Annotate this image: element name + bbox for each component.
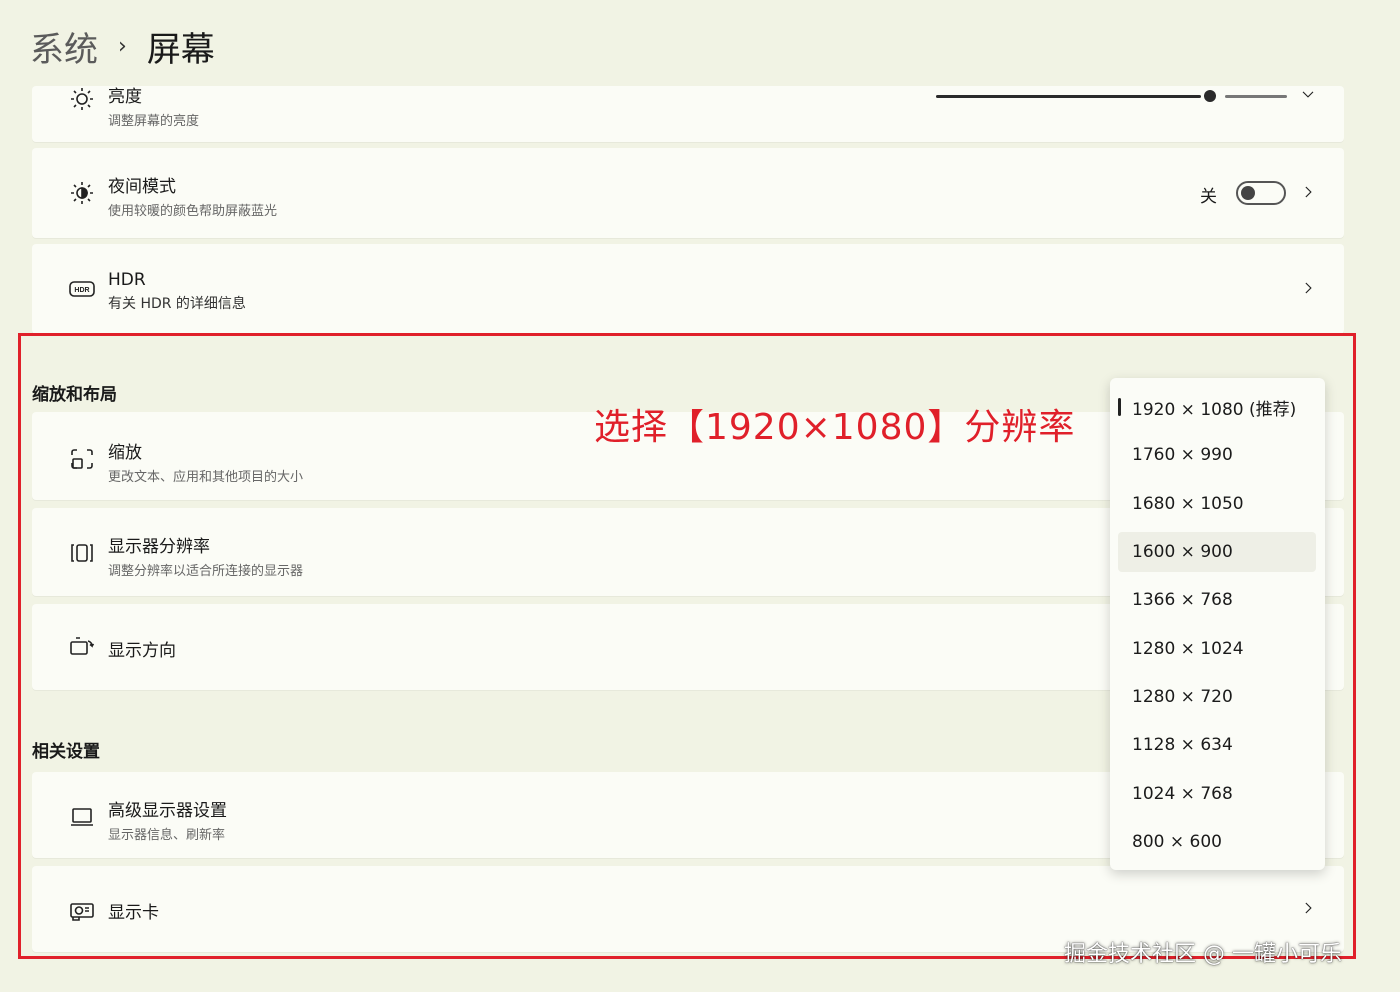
resolution-option[interactable]: 1280 × 720 bbox=[1118, 677, 1316, 717]
chevron-right-icon[interactable] bbox=[1298, 898, 1318, 923]
chevron-down-icon[interactable] bbox=[1298, 84, 1318, 109]
night-mode-card[interactable]: 夜间模式 使用较暖的颜色帮助屏蔽蓝光 关 bbox=[32, 148, 1344, 238]
resolution-subtitle: 调整分辨率以适合所连接的显示器 bbox=[108, 564, 304, 579]
night-mode-toggle[interactable] bbox=[1236, 181, 1286, 205]
brightness-slider-track[interactable] bbox=[1225, 95, 1287, 98]
chevron-right-icon[interactable] bbox=[1298, 182, 1318, 207]
annotation-text: 选择【1920×1080】分辨率 bbox=[594, 407, 1076, 448]
sun-icon bbox=[65, 82, 99, 116]
watermark: 掘金技术社区 @ 一罐小可乐 bbox=[1064, 942, 1342, 967]
gpu-icon bbox=[65, 894, 99, 928]
gpu-title: 显示卡 bbox=[108, 903, 159, 923]
svg-text:HDR: HDR bbox=[74, 287, 89, 294]
resolution-option[interactable]: 1920 × 1080 (推荐) bbox=[1118, 387, 1316, 427]
night-mode-subtitle: 使用较暖的颜色帮助屏蔽蓝光 bbox=[108, 204, 278, 219]
brightness-slider-fill[interactable] bbox=[936, 95, 1201, 98]
resolution-title: 显示器分辨率 bbox=[108, 537, 210, 557]
orientation-title: 显示方向 bbox=[108, 641, 176, 661]
chevron-right-icon[interactable] bbox=[1298, 278, 1318, 303]
monitor-icon bbox=[65, 800, 99, 834]
hdr-card[interactable]: HDR HDR 有关 HDR 的详细信息 bbox=[32, 244, 1344, 334]
section-scale-layout: 缩放和布局 bbox=[32, 385, 117, 405]
resolution-option[interactable]: 1680 × 1050 bbox=[1118, 484, 1316, 524]
brightness-card: 亮度 调整屏幕的亮度 bbox=[32, 86, 1344, 142]
advanced-display-subtitle: 显示器信息、刷新率 bbox=[108, 828, 226, 843]
scale-title: 缩放 bbox=[108, 443, 142, 463]
breadcrumb-parent[interactable]: 系统 bbox=[30, 22, 98, 71]
resolution-option[interactable]: 1366 × 768 bbox=[1118, 580, 1316, 620]
resolution-option[interactable]: 1128 × 634 bbox=[1118, 725, 1316, 765]
scale-subtitle: 更改文本、应用和其他项目的大小 bbox=[108, 470, 304, 485]
resolution-option[interactable]: 1280 × 1024 bbox=[1118, 629, 1316, 669]
resolution-icon bbox=[65, 536, 99, 570]
brightness-subtitle: 调整屏幕的亮度 bbox=[108, 114, 200, 129]
breadcrumb: 系统 › 屏幕 bbox=[30, 22, 215, 71]
hdr-icon: HDR bbox=[65, 272, 99, 306]
resolution-option[interactable]: 1024 × 768 bbox=[1118, 774, 1316, 814]
brightness-title: 亮度 bbox=[108, 87, 142, 107]
toggle-knob bbox=[1241, 186, 1255, 200]
orientation-icon bbox=[65, 630, 99, 664]
hdr-title: HDR bbox=[108, 270, 146, 290]
night-sun-icon bbox=[65, 176, 99, 210]
page-title: 屏幕 bbox=[146, 30, 215, 70]
resolution-option[interactable]: 800 × 600 bbox=[1118, 822, 1316, 862]
night-mode-title: 夜间模式 bbox=[108, 177, 176, 197]
chevron-right-icon: › bbox=[118, 34, 127, 59]
hdr-subtitle[interactable]: 有关 HDR 的详细信息 bbox=[108, 293, 246, 313]
section-related: 相关设置 bbox=[32, 742, 100, 762]
night-mode-toggle-label: 关 bbox=[1200, 187, 1217, 207]
resolution-dropdown[interactable]: 1920 × 1080 (推荐) 1760 × 990 1680 × 1050 … bbox=[1110, 378, 1325, 870]
resolution-option[interactable]: 1600 × 900 bbox=[1118, 532, 1316, 572]
scale-icon bbox=[65, 442, 99, 476]
brightness-slider-thumb[interactable] bbox=[1204, 90, 1216, 102]
resolution-option[interactable]: 1760 × 990 bbox=[1118, 435, 1316, 475]
advanced-display-title: 高级显示器设置 bbox=[108, 801, 227, 821]
